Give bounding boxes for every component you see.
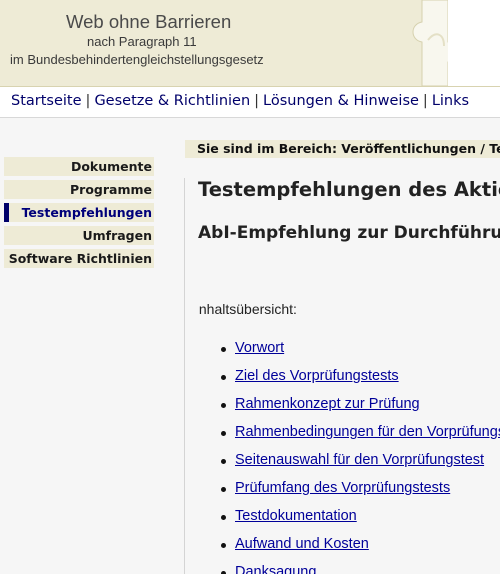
breadcrumb: Sie sind im Bereich: Veröffentlichungen … [185, 140, 500, 158]
toc-item: Aufwand und Kosten [198, 534, 500, 562]
site-title: Web ohne Barrieren [66, 11, 232, 32]
toc-link[interactable]: Ziel des Vorprüfungstests [235, 368, 399, 384]
sidebar-item-dokumente[interactable]: Dokumente [4, 157, 154, 176]
toc-link[interactable]: Aufwand und Kosten [235, 536, 369, 552]
main-content: Testempfehlungen des Aktionsbündnisses A… [198, 178, 500, 574]
toc-link[interactable]: Prüfumfang des Vorprüfungstests [235, 480, 450, 496]
sidebar-item-testempfehlungen[interactable]: Testempfehlungen [4, 203, 154, 222]
nav-link-links[interactable]: Links [432, 93, 469, 109]
content-divider [184, 178, 185, 574]
nav-link-lösungen-hinweise[interactable]: Lösungen & Hinweise [263, 93, 419, 109]
page-subtitle: AbI-Empfehlung zur Durchführung von Vorp… [198, 223, 500, 243]
toc-label: Inhaltsübersicht: [198, 301, 297, 317]
breadcrumb-text: Sie sind im Bereich: Veröffentlichungen … [197, 141, 500, 156]
toc-item: Rahmenkonzept zur Prüfung [198, 394, 500, 422]
top-navigation: Startseite | Gesetze & Richtlinien | Lösunge… [0, 88, 500, 118]
sidebar-item-software-richtlinien[interactable]: Software Richtlinien [4, 249, 154, 268]
toc-item: Danksagung [198, 562, 500, 574]
toc-item: Prüfumfang des Vorprüfungstests [198, 478, 500, 506]
nav-link-startseite[interactable]: Startseite [11, 93, 82, 109]
nav-link-gesetze-richtlinien[interactable]: Gesetze & Richtlinien [94, 93, 250, 109]
toc-link[interactable]: Rahmenkonzept zur Prüfung [235, 396, 420, 412]
toc-link[interactable]: Danksagung [235, 564, 316, 574]
toc-link[interactable]: Seitenauswahl für den Vorprüfungstest [235, 452, 484, 468]
nav-separator: | [254, 93, 260, 109]
header-banner: Web ohne Barrieren nach Paragraph 11 im … [0, 0, 500, 87]
nav-separator: | [85, 93, 91, 109]
sidebar-item-umfragen[interactable]: Umfragen [4, 226, 154, 245]
toc-item: Seitenauswahl für den Vorprüfungstest [198, 450, 500, 478]
toc-item: Testdokumentation [198, 506, 500, 534]
nav-separator: | [422, 93, 428, 109]
site-subtitle-line1: nach Paragraph 11 [87, 34, 197, 49]
toc-link[interactable]: Rahmenbedingungen für den Vorprüfungstes… [235, 424, 500, 440]
sidebar-item-programme[interactable]: Programme [4, 180, 154, 199]
toc-link[interactable]: Testdokumentation [235, 508, 357, 524]
table-of-contents: Vorwort Ziel des Vorprüfungstests Rahmenko… [198, 338, 500, 574]
puzzle-piece-icon [408, 0, 500, 86]
sidebar-navigation: Dokumente Programme Testempfehlungen Umfrag… [4, 157, 154, 272]
site-subtitle-line2: im Bundesbehindertengleichstellungsgeset… [10, 52, 264, 67]
page-title: Testempfehlungen des Aktionsbündnisses [198, 178, 500, 201]
toc-link[interactable]: Vorwort [235, 340, 284, 356]
toc-item: Vorwort [198, 338, 500, 366]
toc-item: Rahmenbedingungen für den Vorprüfungstes… [198, 422, 500, 450]
toc-item: Ziel des Vorprüfungstests [198, 366, 500, 394]
